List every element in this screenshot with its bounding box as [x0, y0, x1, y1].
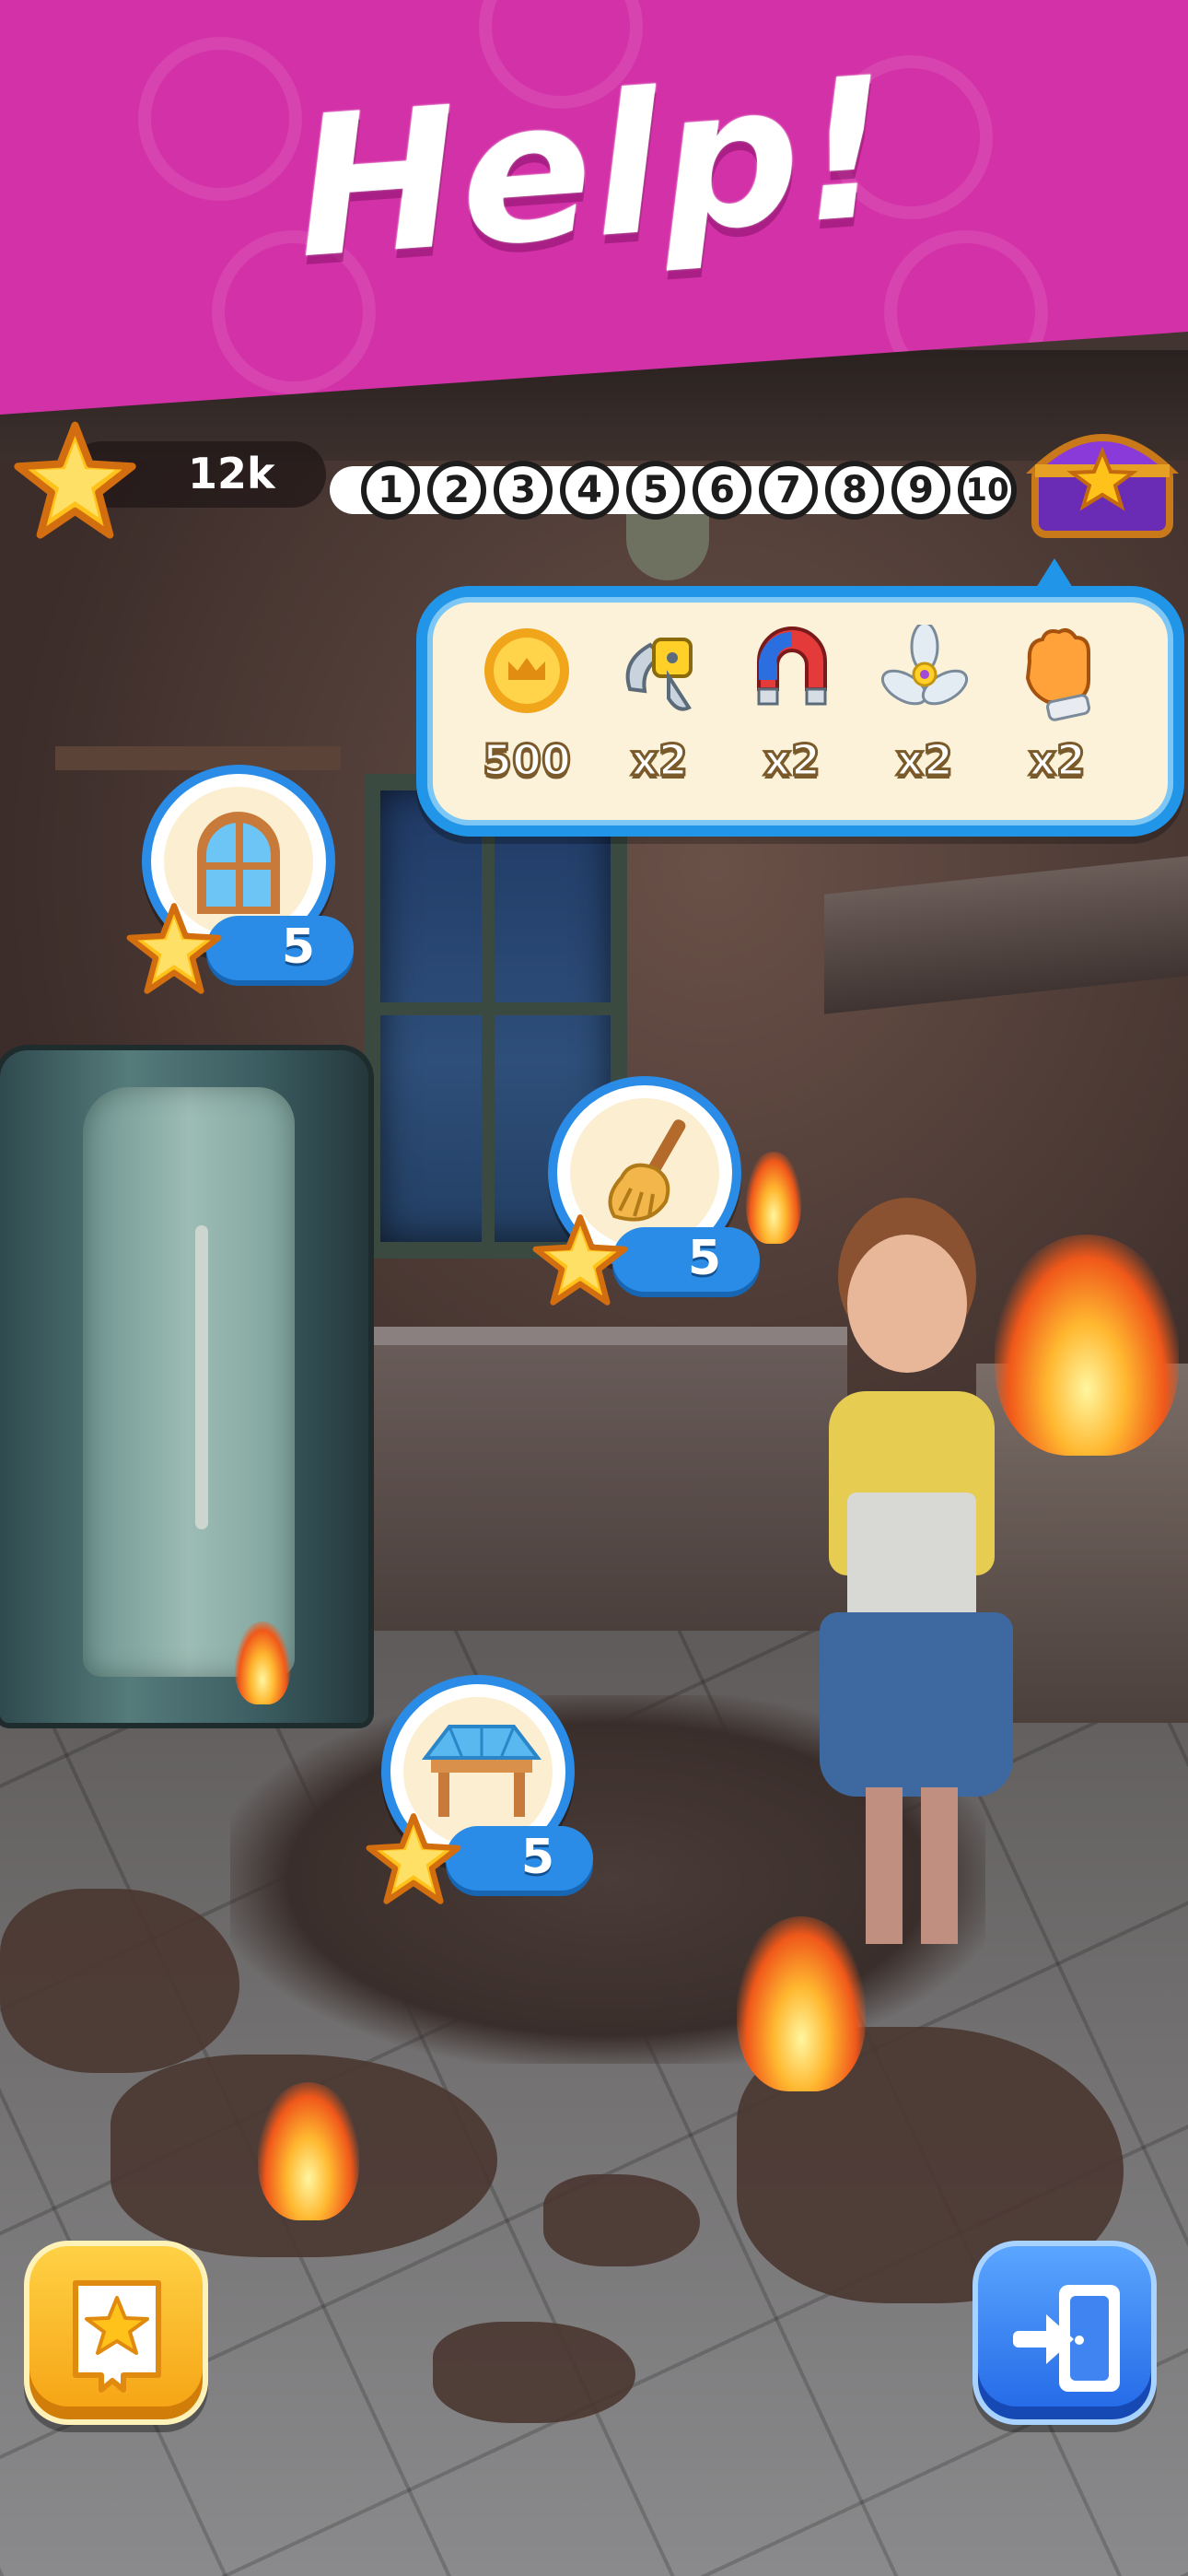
level-node-1: 1 — [361, 461, 420, 520]
task-sweep-floor[interactable]: 5 — [530, 1076, 833, 1306]
level-progress-bar: 1 2 3 4 5 6 7 8 9 10 — [330, 448, 1030, 527]
task-replace-table[interactable]: 5 — [363, 1675, 667, 1905]
reward-hammer: x2 — [595, 625, 724, 800]
reward-label: x2 — [630, 734, 690, 787]
magnet-icon — [757, 626, 827, 706]
hammer-icon — [625, 638, 693, 711]
level-node-5: 5 — [626, 461, 685, 520]
level-node-7: 7 — [759, 461, 818, 520]
level-node-2: 2 — [427, 461, 486, 520]
task-cost: 5 — [281, 919, 316, 975]
coin-icon — [484, 628, 569, 713]
reward-magnet: x2 — [728, 625, 856, 800]
mud-puddle — [543, 2174, 700, 2266]
exit-button[interactable] — [973, 2241, 1157, 2425]
table-icon — [422, 1725, 542, 1817]
star-icon — [532, 1214, 628, 1306]
reward-glove: x2 — [993, 625, 1122, 800]
fridge-door — [83, 1087, 295, 1677]
crying-woman-character — [810, 1216, 1031, 1953]
reward-label: 500 — [481, 734, 572, 787]
task-repair-window[interactable]: 5 — [123, 765, 427, 995]
sink-counter — [368, 1327, 847, 1631]
glove-icon — [1025, 628, 1090, 721]
level-node-3: 3 — [494, 461, 553, 520]
propeller-icon — [880, 625, 969, 706]
task-cost: 5 — [687, 1231, 722, 1286]
collection-button[interactable] — [24, 2241, 208, 2425]
star-icon — [14, 421, 136, 539]
fridge-handle — [195, 1225, 208, 1529]
exit-door-icon — [1013, 2285, 1120, 2392]
level-node-4: 4 — [560, 461, 619, 520]
level-node-6: 6 — [693, 461, 751, 520]
rewards-popup: 500 x2 x2 x2 x2 — [416, 586, 1184, 837]
star-count: 12k — [188, 449, 275, 498]
reward-label: x2 — [1028, 734, 1088, 787]
reward-label: x2 — [763, 734, 822, 787]
reward-label: x2 — [895, 734, 955, 787]
star-book-icon — [73, 2280, 161, 2393]
mud-puddle — [433, 2322, 635, 2423]
fire — [235, 1622, 290, 1704]
fire — [258, 2082, 359, 2220]
star-counter[interactable]: 12k — [13, 419, 326, 539]
star-icon — [126, 903, 222, 994]
level-node-9: 9 — [891, 461, 950, 520]
reward-propeller: x2 — [860, 625, 989, 800]
reward-coins: 500 — [462, 625, 591, 800]
star-icon — [366, 1813, 461, 1904]
treasure-chest-icon[interactable] — [1024, 413, 1181, 542]
task-cost: 5 — [520, 1830, 555, 1885]
level-node-10: 10 — [958, 461, 1017, 520]
level-node-8: 8 — [825, 461, 884, 520]
